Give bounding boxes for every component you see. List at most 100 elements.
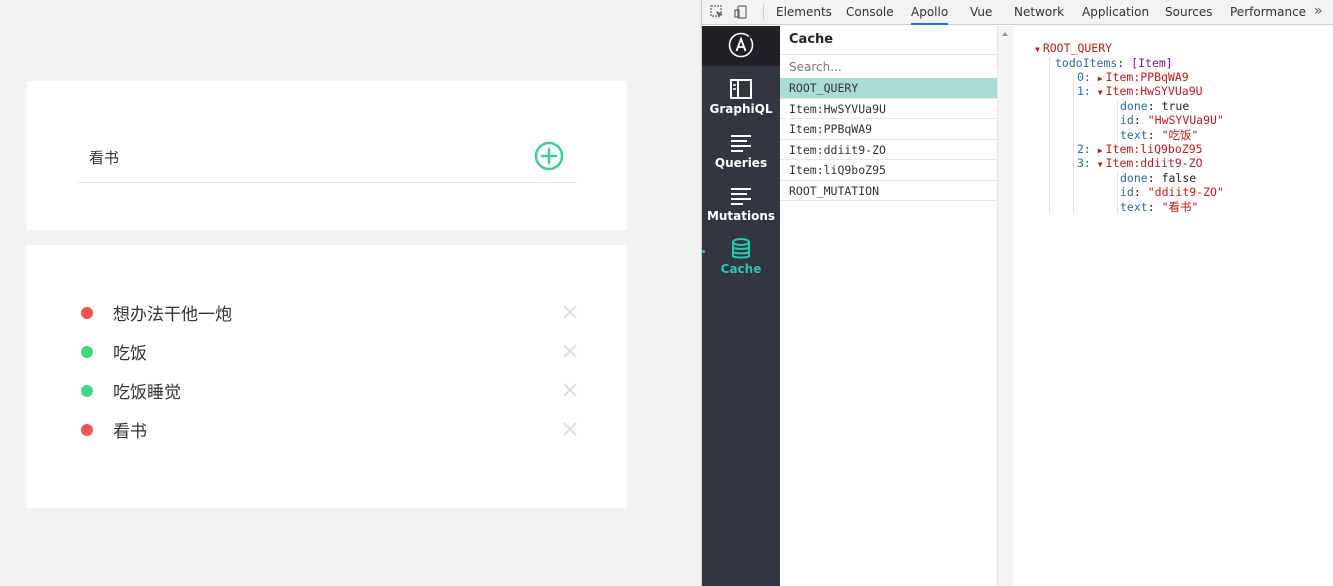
tree-prop-row: text: "看书" (1120, 200, 1198, 214)
prop-colon: : (1147, 171, 1162, 185)
database-icon (732, 238, 750, 259)
tree-prop-row: id: "ddiit9-ZO" (1120, 185, 1224, 199)
prop-key: id (1120, 113, 1134, 127)
field-type: [Item] (1131, 56, 1173, 70)
collapsed-triangle-icon[interactable]: ▶ (1098, 146, 1103, 155)
nav-queries-label: Queries (714, 156, 768, 170)
cache-detail-tree: ▼ ROOT_QUERY todoItems: [Item] 0: ▶ Item:P… (1013, 26, 1333, 586)
cache-panel: Cache ROOT_QUERYItem:HwSYVUa9UItem:PPBqW… (780, 26, 998, 586)
scroll-up-arrow-icon[interactable] (1002, 32, 1008, 36)
expanded-triangle-icon[interactable]: ▼ (1098, 88, 1103, 97)
todo-text: 想办法干他一炮 (113, 305, 232, 325)
nav-graphiql-label: GraphiQL (709, 102, 773, 116)
tree-guide-line (1117, 172, 1118, 214)
todo-text: 看书 (113, 422, 147, 442)
item-index: 1: (1077, 84, 1091, 98)
tree-root-row[interactable]: ▼ ROOT_QUERY (1035, 41, 1112, 55)
cache-scrollbar[interactable] (998, 26, 1013, 586)
tab-network[interactable]: Network (1014, 0, 1064, 25)
prop-key: done (1120, 99, 1148, 113)
todo-item: 吃饭睡觉 (77, 370, 587, 409)
tab-vue[interactable]: Vue (970, 0, 992, 25)
prop-key: done (1120, 171, 1148, 185)
more-tabs-icon[interactable]: » (1314, 3, 1323, 19)
cache-list-item[interactable]: ROOT_QUERY (780, 78, 997, 99)
todo-status-toggle[interactable] (81, 307, 93, 319)
item-index: 2: (1077, 142, 1091, 156)
tree-prop-row: text: "吃饭" (1120, 128, 1198, 142)
prop-colon: : (1147, 128, 1162, 142)
prop-colon: : (1147, 99, 1162, 113)
device-toggle-icon[interactable] (734, 5, 748, 19)
tree-prop-row: done: false (1120, 171, 1196, 185)
prop-value: "吃饭" (1161, 128, 1199, 142)
graphiql-icon (730, 79, 752, 99)
tree-item-row[interactable]: 2: ▶ Item:liQ9boZ95 (1077, 142, 1203, 156)
add-todo-row (77, 133, 577, 183)
item-ref-link[interactable]: Item:ddiit9-ZO (1106, 156, 1203, 170)
cache-search-input[interactable] (780, 54, 997, 78)
todo-input[interactable] (89, 145, 509, 169)
devtools-toolbar: Elements Console Apollo Vue Network Applicati… (702, 0, 1333, 25)
prop-value: false (1161, 171, 1197, 185)
cache-list: ROOT_QUERY Item:HwSYVUa9U Item:PPBqWA9 Item… (780, 78, 997, 201)
expanded-triangle-icon[interactable]: ▼ (1035, 45, 1040, 54)
cache-list-item[interactable]: Item:ddiit9-ZO (780, 140, 997, 160)
nav-cache[interactable]: Cache (702, 236, 780, 288)
tree-item-row[interactable]: 0: ▶ Item:PPBqWA9 (1077, 70, 1189, 84)
mutations-icon (731, 188, 751, 205)
field-colon: : (1117, 56, 1132, 70)
todo-list: 想办法干他一炮吃饭 吃饭睡觉看书 (77, 292, 587, 448)
prop-key: text (1120, 128, 1148, 142)
todo-status-toggle[interactable] (81, 346, 93, 358)
apollo-sidebar: GraphiQL Queries Mutations Cache (702, 26, 780, 586)
item-ref-link[interactable]: Item:HwSYVUa9U (1106, 84, 1203, 98)
tree-item-row[interactable]: 3: ▼ Item:ddiit9-ZO (1077, 156, 1203, 170)
delete-todo-icon[interactable] (562, 382, 578, 398)
root-query-label: ROOT_QUERY (1042, 41, 1113, 55)
tab-sources[interactable]: Sources (1165, 0, 1212, 25)
tree-item-row[interactable]: 1: ▼ Item:HwSYVUa9U (1077, 84, 1203, 98)
prop-value: "ddiit9-ZO" (1147, 185, 1224, 199)
todo-app: 想办法干他一炮吃饭吃饭睡觉看书 (0, 0, 701, 586)
item-ref-link[interactable]: Item:liQ9boZ95 (1106, 142, 1203, 156)
delete-todo-icon[interactable] (562, 304, 578, 320)
todo-status-toggle[interactable] (81, 385, 93, 397)
todo-list-card: 想办法干他一炮吃饭 吃饭睡觉看书 (27, 245, 627, 508)
field-key: todoItems (1055, 56, 1118, 70)
tab-console[interactable]: Console (846, 0, 894, 25)
tree-guide-line (1049, 58, 1050, 213)
tab-apollo[interactable]: Apollo (911, 0, 949, 25)
nav-graphiql[interactable]: GraphiQL (702, 76, 780, 128)
item-index: 3: (1077, 156, 1091, 170)
item-ref-link[interactable]: Item:PPBqWA9 (1106, 70, 1189, 84)
delete-todo-icon[interactable] (562, 421, 578, 437)
add-todo-button[interactable] (534, 141, 564, 171)
toolbar-divider (763, 5, 764, 20)
prop-colon: : (1133, 113, 1148, 127)
add-todo-card (27, 81, 627, 230)
delete-todo-icon[interactable] (562, 343, 578, 359)
cache-list-item[interactable]: Item:HwSYVUa9U (780, 99, 997, 119)
cache-list-item[interactable]: Item:liQ9boZ95 (780, 160, 997, 181)
nav-queries[interactable]: Queries (702, 130, 780, 182)
expanded-triangle-icon[interactable]: ▼ (1098, 160, 1103, 169)
tab-elements[interactable]: Elements (776, 0, 832, 25)
cache-list-item[interactable]: Item:PPBqWA9 (780, 119, 997, 140)
collapsed-triangle-icon[interactable]: ▶ (1098, 74, 1103, 83)
inspect-element-icon[interactable] (710, 5, 724, 19)
todo-item: 想办法干他一炮 (77, 292, 587, 331)
tree-prop-row: done: true (1120, 99, 1189, 113)
nav-mutations-label: Mutations (706, 209, 776, 223)
prop-value: "HwSYVUa9U" (1147, 113, 1224, 127)
prop-colon: : (1133, 185, 1148, 199)
tab-application[interactable]: Application (1082, 0, 1149, 25)
nav-mutations[interactable]: Mutations (702, 183, 780, 235)
prop-value: "看书" (1161, 200, 1199, 214)
todo-status-toggle[interactable] (81, 424, 93, 436)
cache-list-item[interactable]: ROOT_MUTATION (780, 181, 997, 201)
item-index: 0: (1077, 70, 1091, 84)
tab-performance[interactable]: Performance (1230, 0, 1306, 25)
todo-item: 吃饭 (77, 331, 587, 370)
prop-key: text (1120, 200, 1148, 214)
